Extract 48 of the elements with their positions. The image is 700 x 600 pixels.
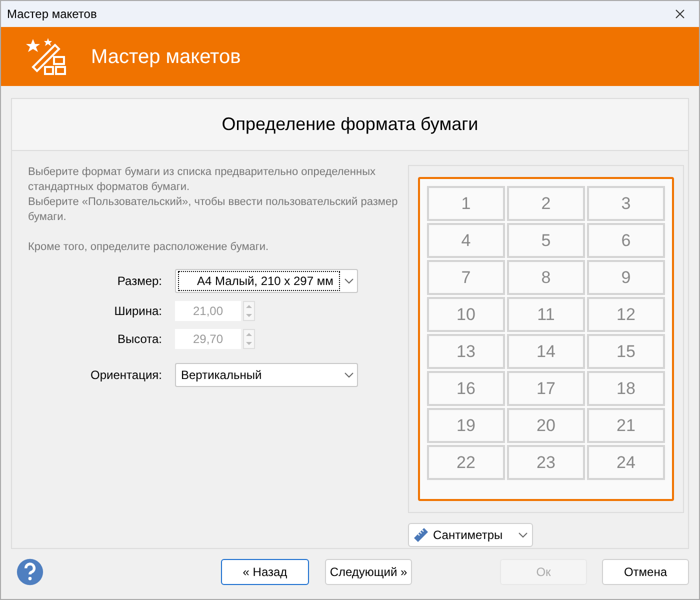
label-cell: 13	[427, 334, 505, 369]
description-text: Выберите формат бумаги из списка предварительно определенных стандартных форматов бумаги.	[28, 165, 376, 195]
label-cell: 21	[587, 408, 665, 443]
header-title: Мастер макетов	[91, 44, 241, 70]
label-cell: 6	[587, 223, 665, 258]
label-cell: 1	[427, 186, 505, 221]
chevron-down-icon	[344, 278, 354, 284]
dialog-button[interactable]: Следующий »	[325, 559, 412, 585]
label-cell: 19	[427, 408, 505, 443]
label-cell: 10	[427, 297, 505, 332]
description-text: Кроме того, определите расположение бумаги.	[28, 240, 270, 255]
label-cell: 11	[507, 297, 585, 332]
dialog-button[interactable]: « Назад	[221, 559, 309, 585]
label-cell: 3	[587, 186, 665, 221]
field-label: Размер:	[116, 273, 163, 290]
label-cell: 16	[427, 371, 505, 406]
description-text: Выберите «Пользовательский», чтобы ввести пользовательский размер бумаги.	[28, 195, 398, 225]
label-cell: 9	[587, 260, 665, 295]
chevron-down-icon	[518, 532, 528, 538]
close-icon[interactable]	[675, 9, 685, 19]
dropdown-value: А4 Малый, 210 x 297 мм	[179, 272, 340, 290]
label-cell: 17	[507, 371, 585, 406]
chevron-down-icon	[344, 372, 354, 378]
field-label: Ориентация:	[90, 367, 163, 384]
dropdown[interactable]: А4 Малый, 210 x 297 мм	[175, 269, 358, 293]
ruler-icon	[413, 527, 429, 543]
field-label: Высота:	[116, 331, 163, 348]
dropdown-value: Вертикальный	[180, 367, 263, 384]
field-label: Ширина:	[113, 303, 163, 320]
dialog-button[interactable]: Отмена	[602, 559, 689, 585]
label-cell: 15	[587, 334, 665, 369]
window-title: Мастер макетов	[7, 6, 97, 23]
help-icon[interactable]	[16, 557, 44, 587]
label-cell: 22	[427, 445, 505, 480]
dropdown[interactable]: Вертикальный	[175, 363, 358, 387]
label-cell: 8	[507, 260, 585, 295]
page-title: Определение формата бумаги	[12, 99, 688, 151]
label-cell: 5	[507, 223, 585, 258]
label-cell: 7	[427, 260, 505, 295]
label-cell: 20	[507, 408, 585, 443]
units-dropdown[interactable]: Сантиметры	[408, 523, 533, 547]
label-cell: 14	[507, 334, 585, 369]
label-cell: 23	[507, 445, 585, 480]
label-cell: 24	[587, 445, 665, 480]
label-cell: 18	[587, 371, 665, 406]
label-cell: 4	[427, 223, 505, 258]
label-cell: 12	[587, 297, 665, 332]
label-cell: 2	[507, 186, 585, 221]
